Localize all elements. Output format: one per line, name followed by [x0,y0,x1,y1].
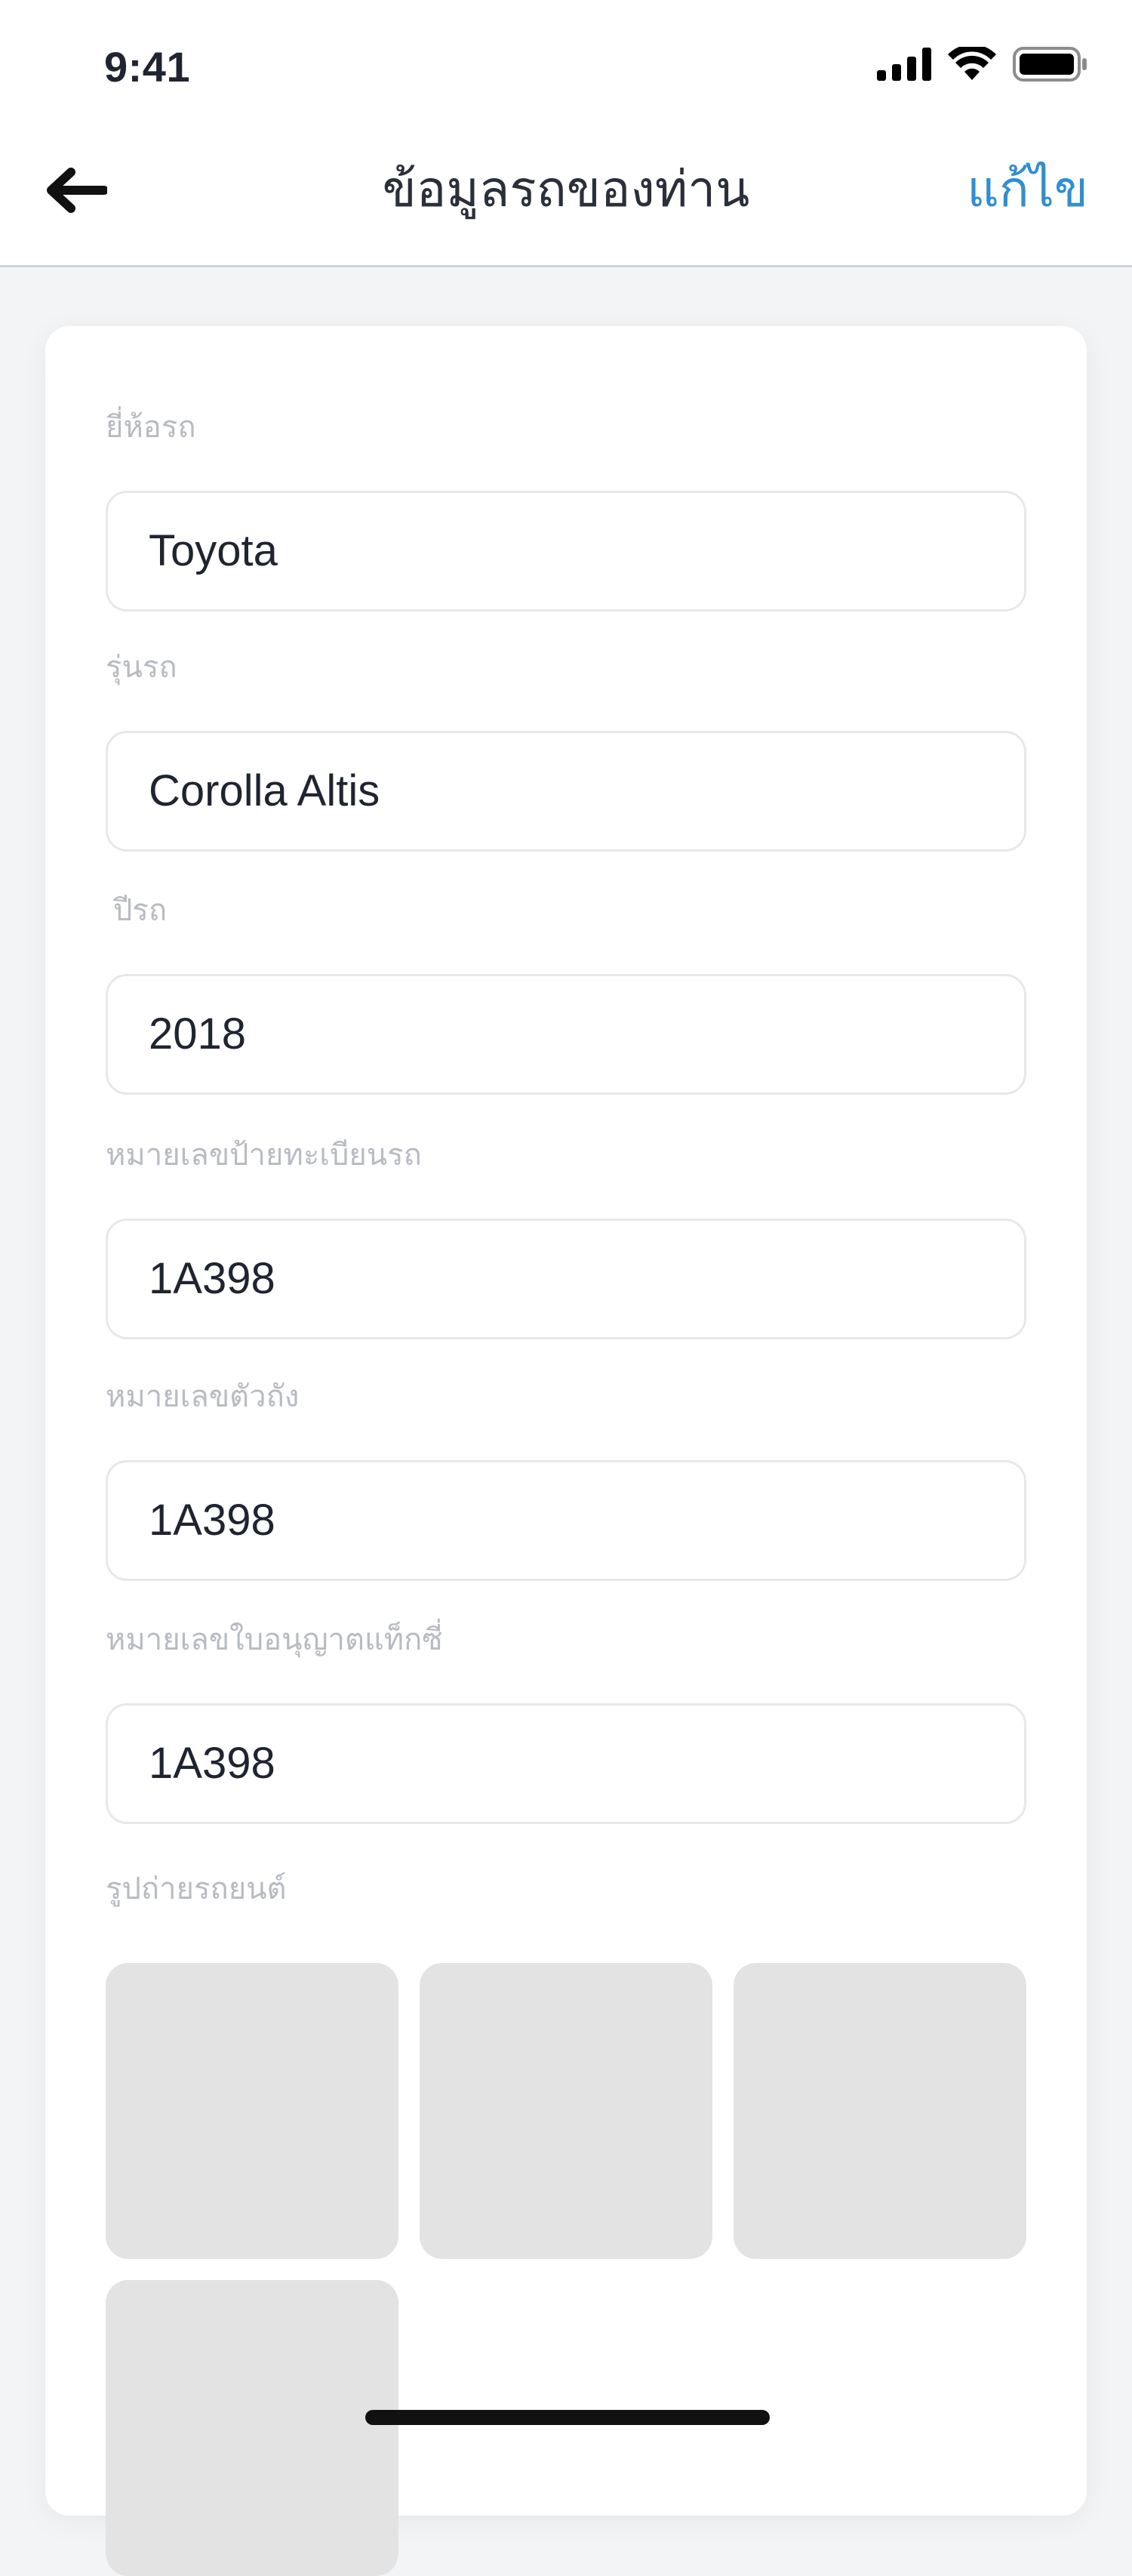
vehicle-info-card: ยี่ห้อรถ Toyota รุ่นรถ Corolla Altis ปีร… [45,326,1087,2576]
taxi-license-input[interactable]: 1A398 [106,1703,1026,1824]
back-button[interactable] [30,154,121,230]
year-label: ปีรถ [113,894,168,927]
wifi-icon [948,44,996,85]
brand-input[interactable]: Toyota [106,491,1026,612]
edit-button[interactable]: แก้ไข [967,151,1088,226]
year-field: ปีรถ 2018 [106,888,1026,1095]
status-icons [877,44,1088,85]
taxi-license-label: หมายเลขใบอนุญาตแท็กซี่ [106,1623,443,1656]
page-title: ข้อมูลรถของท่าน [382,161,750,217]
car-photo-slot[interactable] [106,2280,398,2576]
model-field: รุ่นรถ Corolla Altis [106,645,1026,852]
brand-field: ยี่ห้อรถ Toyota [106,405,1026,612]
arrow-left-icon [44,166,109,218]
car-photo-slot[interactable] [420,1963,712,2259]
navigation-header: ข้อมูลรถของท่าน แก้ไข [0,128,1132,267]
taxi-license-field: หมายเลขใบอนุญาตแท็กซี่ 1A398 [106,1617,1026,1824]
chassis-input[interactable]: 1A398 [106,1460,1026,1581]
car-photo-slot[interactable] [106,1963,398,2259]
brand-label: ยี่ห้อรถ [106,411,196,444]
car-photo-slot[interactable] [734,1963,1026,2259]
model-input[interactable]: Corolla Altis [106,731,1026,852]
status-bar: 9:41 [0,0,1132,128]
status-time: 9:41 [104,43,191,91]
battery-icon [1013,47,1088,85]
plate-field: หมายเลขป้ายทะเบียนรถ 1A398 [106,1132,1026,1339]
year-input[interactable]: 2018 [106,974,1026,1095]
model-label: รุ่นรถ [106,651,177,684]
plate-input[interactable]: 1A398 [106,1219,1026,1339]
signal-icon [877,48,931,85]
chassis-field: หมายเลขตัวถัง 1A398 [106,1374,1026,1581]
home-indicator [365,2410,770,2425]
chassis-label: หมายเลขตัวถัง [106,1380,300,1413]
car-photos-label: รูปถ่ายรถยนต์ [106,1872,287,1906]
plate-label: หมายเลขป้ายทะเบียนรถ [106,1139,422,1172]
